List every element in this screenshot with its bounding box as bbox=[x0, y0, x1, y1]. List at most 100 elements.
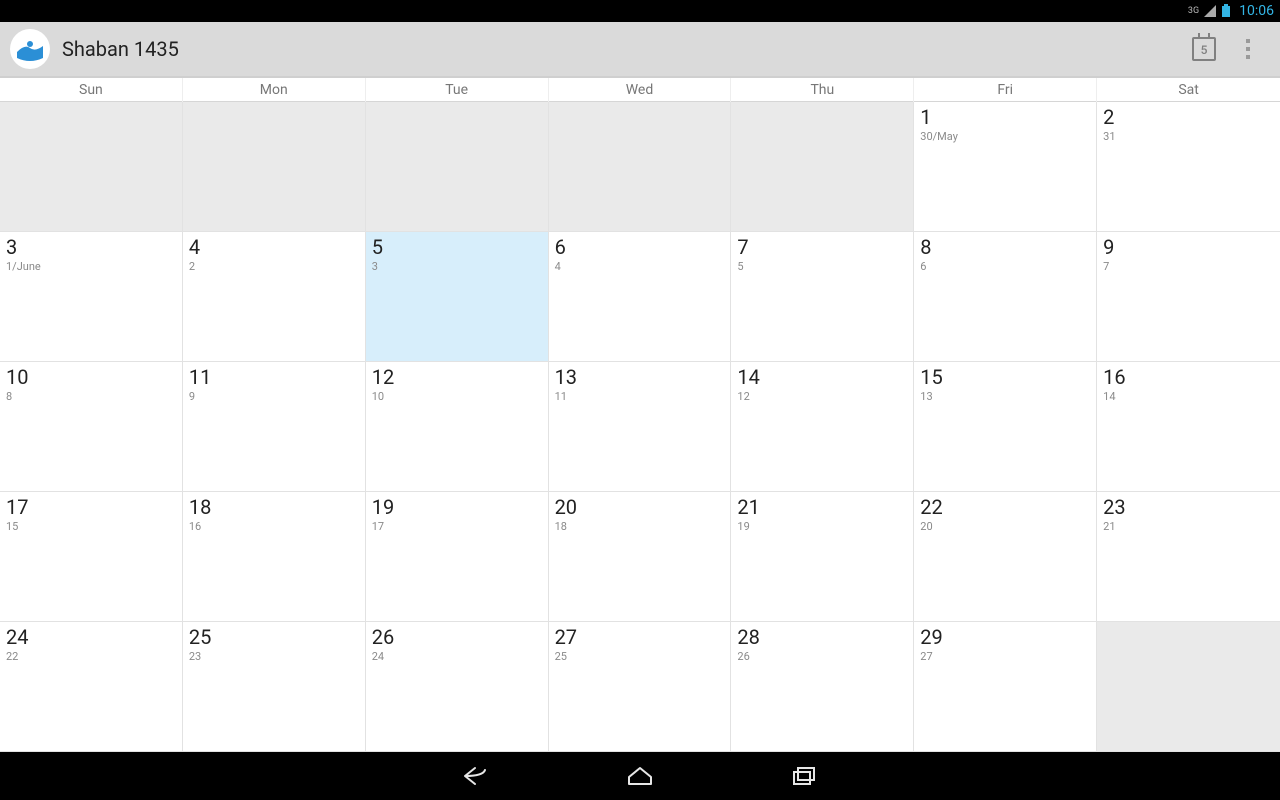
hijri-day: 21 bbox=[737, 496, 907, 518]
hijri-day: 25 bbox=[189, 626, 359, 648]
hijri-day: 9 bbox=[1103, 236, 1274, 258]
nav-recents-button[interactable] bbox=[782, 754, 826, 798]
calendar-cell[interactable]: 64 bbox=[549, 232, 732, 362]
gregorian-day: 31 bbox=[1103, 130, 1274, 143]
gregorian-day: 16 bbox=[189, 520, 359, 533]
calendar-cell[interactable]: 1917 bbox=[366, 492, 549, 622]
recents-icon bbox=[791, 764, 817, 788]
gregorian-day: 26 bbox=[737, 650, 907, 663]
gregorian-day: 2 bbox=[189, 260, 359, 273]
hijri-day: 12 bbox=[372, 366, 542, 388]
gregorian-day: 27 bbox=[920, 650, 1090, 663]
gregorian-day: 21 bbox=[1103, 520, 1274, 533]
home-icon bbox=[626, 764, 654, 788]
weekday-mon: Mon bbox=[183, 78, 366, 102]
calendar-cell[interactable]: 1614 bbox=[1097, 362, 1280, 492]
hijri-day: 1 bbox=[920, 106, 1090, 128]
gregorian-day: 3 bbox=[372, 260, 542, 273]
app-icon[interactable] bbox=[10, 29, 50, 69]
back-icon bbox=[461, 764, 491, 788]
calendar-cell[interactable]: 2119 bbox=[731, 492, 914, 622]
calendar-cell[interactable]: 75 bbox=[731, 232, 914, 362]
gregorian-day: 18 bbox=[555, 520, 725, 533]
gregorian-day: 30/May bbox=[920, 130, 1090, 143]
gregorian-day: 24 bbox=[372, 650, 542, 663]
gregorian-day: 5 bbox=[737, 260, 907, 273]
weekday-thu: Thu bbox=[731, 78, 914, 102]
hijri-day: 6 bbox=[555, 236, 725, 258]
hijri-day: 26 bbox=[372, 626, 542, 648]
calendar-cell[interactable]: 42 bbox=[183, 232, 366, 362]
hijri-day: 11 bbox=[189, 366, 359, 388]
gregorian-day: 8 bbox=[6, 390, 176, 403]
gregorian-day: 23 bbox=[189, 650, 359, 663]
gregorian-day: 9 bbox=[189, 390, 359, 403]
calendar-cell-blank bbox=[549, 102, 732, 232]
calendar-cell[interactable]: 97 bbox=[1097, 232, 1280, 362]
gregorian-day: 17 bbox=[372, 520, 542, 533]
page-title: Shaban 1435 bbox=[62, 37, 179, 61]
calendar-cell[interactable]: 119 bbox=[183, 362, 366, 492]
calendar-cell[interactable]: 86 bbox=[914, 232, 1097, 362]
calendar-cell[interactable]: 1412 bbox=[731, 362, 914, 492]
hijri-day: 14 bbox=[737, 366, 907, 388]
calendar-cell-blank bbox=[1097, 622, 1280, 752]
calendar-cell[interactable]: 3 1/June bbox=[0, 232, 183, 362]
hijri-day: 29 bbox=[920, 626, 1090, 648]
nav-home-button[interactable] bbox=[618, 754, 662, 798]
hijri-day: 18 bbox=[189, 496, 359, 518]
signal-icon bbox=[1203, 4, 1217, 18]
calendar-today-icon: 5 bbox=[1192, 37, 1216, 61]
calendar-cell[interactable]: 108 bbox=[0, 362, 183, 492]
hijri-day: 27 bbox=[555, 626, 725, 648]
weekday-header: Sun Mon Tue Wed Thu Fri Sat bbox=[0, 78, 1280, 102]
calendar-cell[interactable]: 2018 bbox=[549, 492, 732, 622]
network-3g-label: 3G bbox=[1188, 6, 1199, 16]
hijri-day: 15 bbox=[920, 366, 1090, 388]
gregorian-day: 20 bbox=[920, 520, 1090, 533]
calendar-cell-blank bbox=[0, 102, 183, 232]
calendar-cell[interactable]: 1210 bbox=[366, 362, 549, 492]
battery-icon bbox=[1221, 4, 1231, 18]
calendar-cell[interactable]: 1513 bbox=[914, 362, 1097, 492]
action-bar: Shaban 1435 5 bbox=[0, 22, 1280, 78]
today-button[interactable]: 5 bbox=[1182, 27, 1226, 71]
calendar-cell[interactable]: 2422 bbox=[0, 622, 183, 752]
status-clock: 10:06 bbox=[1239, 3, 1274, 19]
calendar-cell[interactable]: 2220 bbox=[914, 492, 1097, 622]
hijri-day: 17 bbox=[6, 496, 176, 518]
hijri-day: 10 bbox=[6, 366, 176, 388]
calendar-cell-blank bbox=[183, 102, 366, 232]
calendar-cell[interactable]: 1816 bbox=[183, 492, 366, 622]
gregorian-day: 10 bbox=[372, 390, 542, 403]
calendar-cell[interactable]: 2321 bbox=[1097, 492, 1280, 622]
gregorian-day: 7 bbox=[1103, 260, 1274, 273]
calendar-cell[interactable]: 2624 bbox=[366, 622, 549, 752]
gregorian-day: 4 bbox=[555, 260, 725, 273]
weekday-tue: Tue bbox=[366, 78, 549, 102]
gregorian-day: 11 bbox=[555, 390, 725, 403]
calendar-cell[interactable]: 1715 bbox=[0, 492, 183, 622]
hijri-day: 8 bbox=[920, 236, 1090, 258]
hijri-day: 19 bbox=[372, 496, 542, 518]
calendar-cell[interactable]: 2826 bbox=[731, 622, 914, 752]
gregorian-day: 19 bbox=[737, 520, 907, 533]
calendar-cell[interactable]: 2523 bbox=[183, 622, 366, 752]
hijri-day: 16 bbox=[1103, 366, 1274, 388]
calendar-cell[interactable]: 1 30/May bbox=[914, 102, 1097, 232]
calendar-cell[interactable]: 2927 bbox=[914, 622, 1097, 752]
calendar-cell[interactable]: 1311 bbox=[549, 362, 732, 492]
overflow-menu-button[interactable] bbox=[1226, 27, 1270, 71]
hijri-day: 3 bbox=[6, 236, 176, 258]
hijri-day: 22 bbox=[920, 496, 1090, 518]
nav-back-button[interactable] bbox=[454, 754, 498, 798]
gregorian-day: 1/June bbox=[6, 260, 176, 273]
hijri-day: 4 bbox=[189, 236, 359, 258]
calendar-cell[interactable]: 2725 bbox=[549, 622, 732, 752]
weekday-sat: Sat bbox=[1097, 78, 1280, 102]
gregorian-day: 12 bbox=[737, 390, 907, 403]
calendar-cell[interactable]: 53 bbox=[366, 232, 549, 362]
calendar-cell[interactable]: 231 bbox=[1097, 102, 1280, 232]
hijri-day: 23 bbox=[1103, 496, 1274, 518]
gregorian-day: 22 bbox=[6, 650, 176, 663]
